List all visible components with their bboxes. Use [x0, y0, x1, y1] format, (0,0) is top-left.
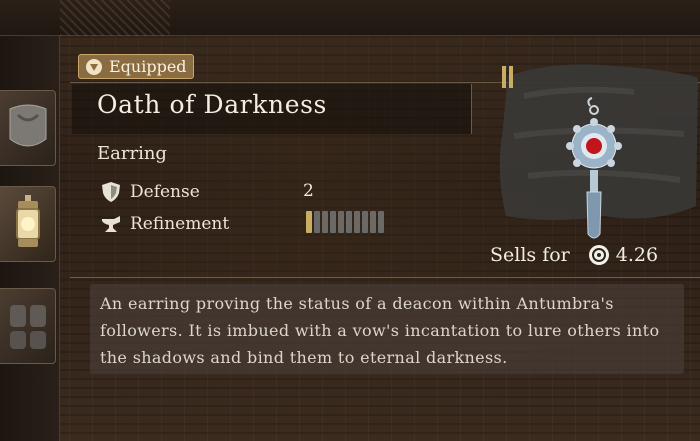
chest-armor-icon [9, 104, 47, 147]
gloves-icon [10, 305, 46, 349]
item-name: Oath of Darkness [97, 90, 327, 119]
stat-row-defense: Defense [100, 180, 200, 204]
earring-icon [566, 97, 622, 239]
defense-label: Defense [130, 182, 200, 202]
lantern-icon [16, 195, 40, 247]
equipment-slot-chest[interactable] [0, 90, 56, 166]
refinement-segment [330, 211, 336, 233]
equipped-label: Equipped [109, 57, 187, 76]
equipment-slot-lantern[interactable] [0, 186, 56, 262]
preview-ornament [502, 66, 513, 88]
refinement-segment [346, 211, 352, 233]
equipment-slot-gloves[interactable] [0, 288, 56, 364]
top-bar-pattern [60, 0, 170, 36]
refinement-segment [370, 211, 376, 233]
stat-row-refinement: Refinement [100, 212, 229, 236]
refinement-segment [314, 211, 320, 233]
sell-label: Sells for [490, 244, 570, 266]
sell-price: Sells for 4.26 [490, 240, 690, 270]
equipment-sidebar [0, 36, 60, 441]
refinement-segment [338, 211, 344, 233]
refinement-segment [378, 211, 384, 233]
sell-value: 4.26 [615, 244, 659, 266]
item-type: Earring [97, 143, 167, 164]
top-bar [0, 0, 700, 36]
coin-icon [588, 245, 609, 265]
anvil-icon [102, 216, 120, 232]
refinement-segment [306, 211, 312, 233]
shield-icon [102, 182, 120, 202]
equipped-icon [86, 58, 102, 75]
equipped-badge: Equipped [78, 54, 194, 79]
item-description-box: An earring proving the status of a deaco… [90, 284, 684, 374]
item-preview [484, 56, 700, 246]
refinement-segment [354, 211, 360, 233]
refinement-segment [362, 211, 368, 233]
defense-value: 2 [303, 181, 314, 201]
item-description: An earring proving the status of a deaco… [100, 294, 660, 367]
refinement-bar [306, 211, 384, 233]
refinement-label: Refinement [130, 214, 230, 234]
refinement-segment [322, 211, 328, 233]
